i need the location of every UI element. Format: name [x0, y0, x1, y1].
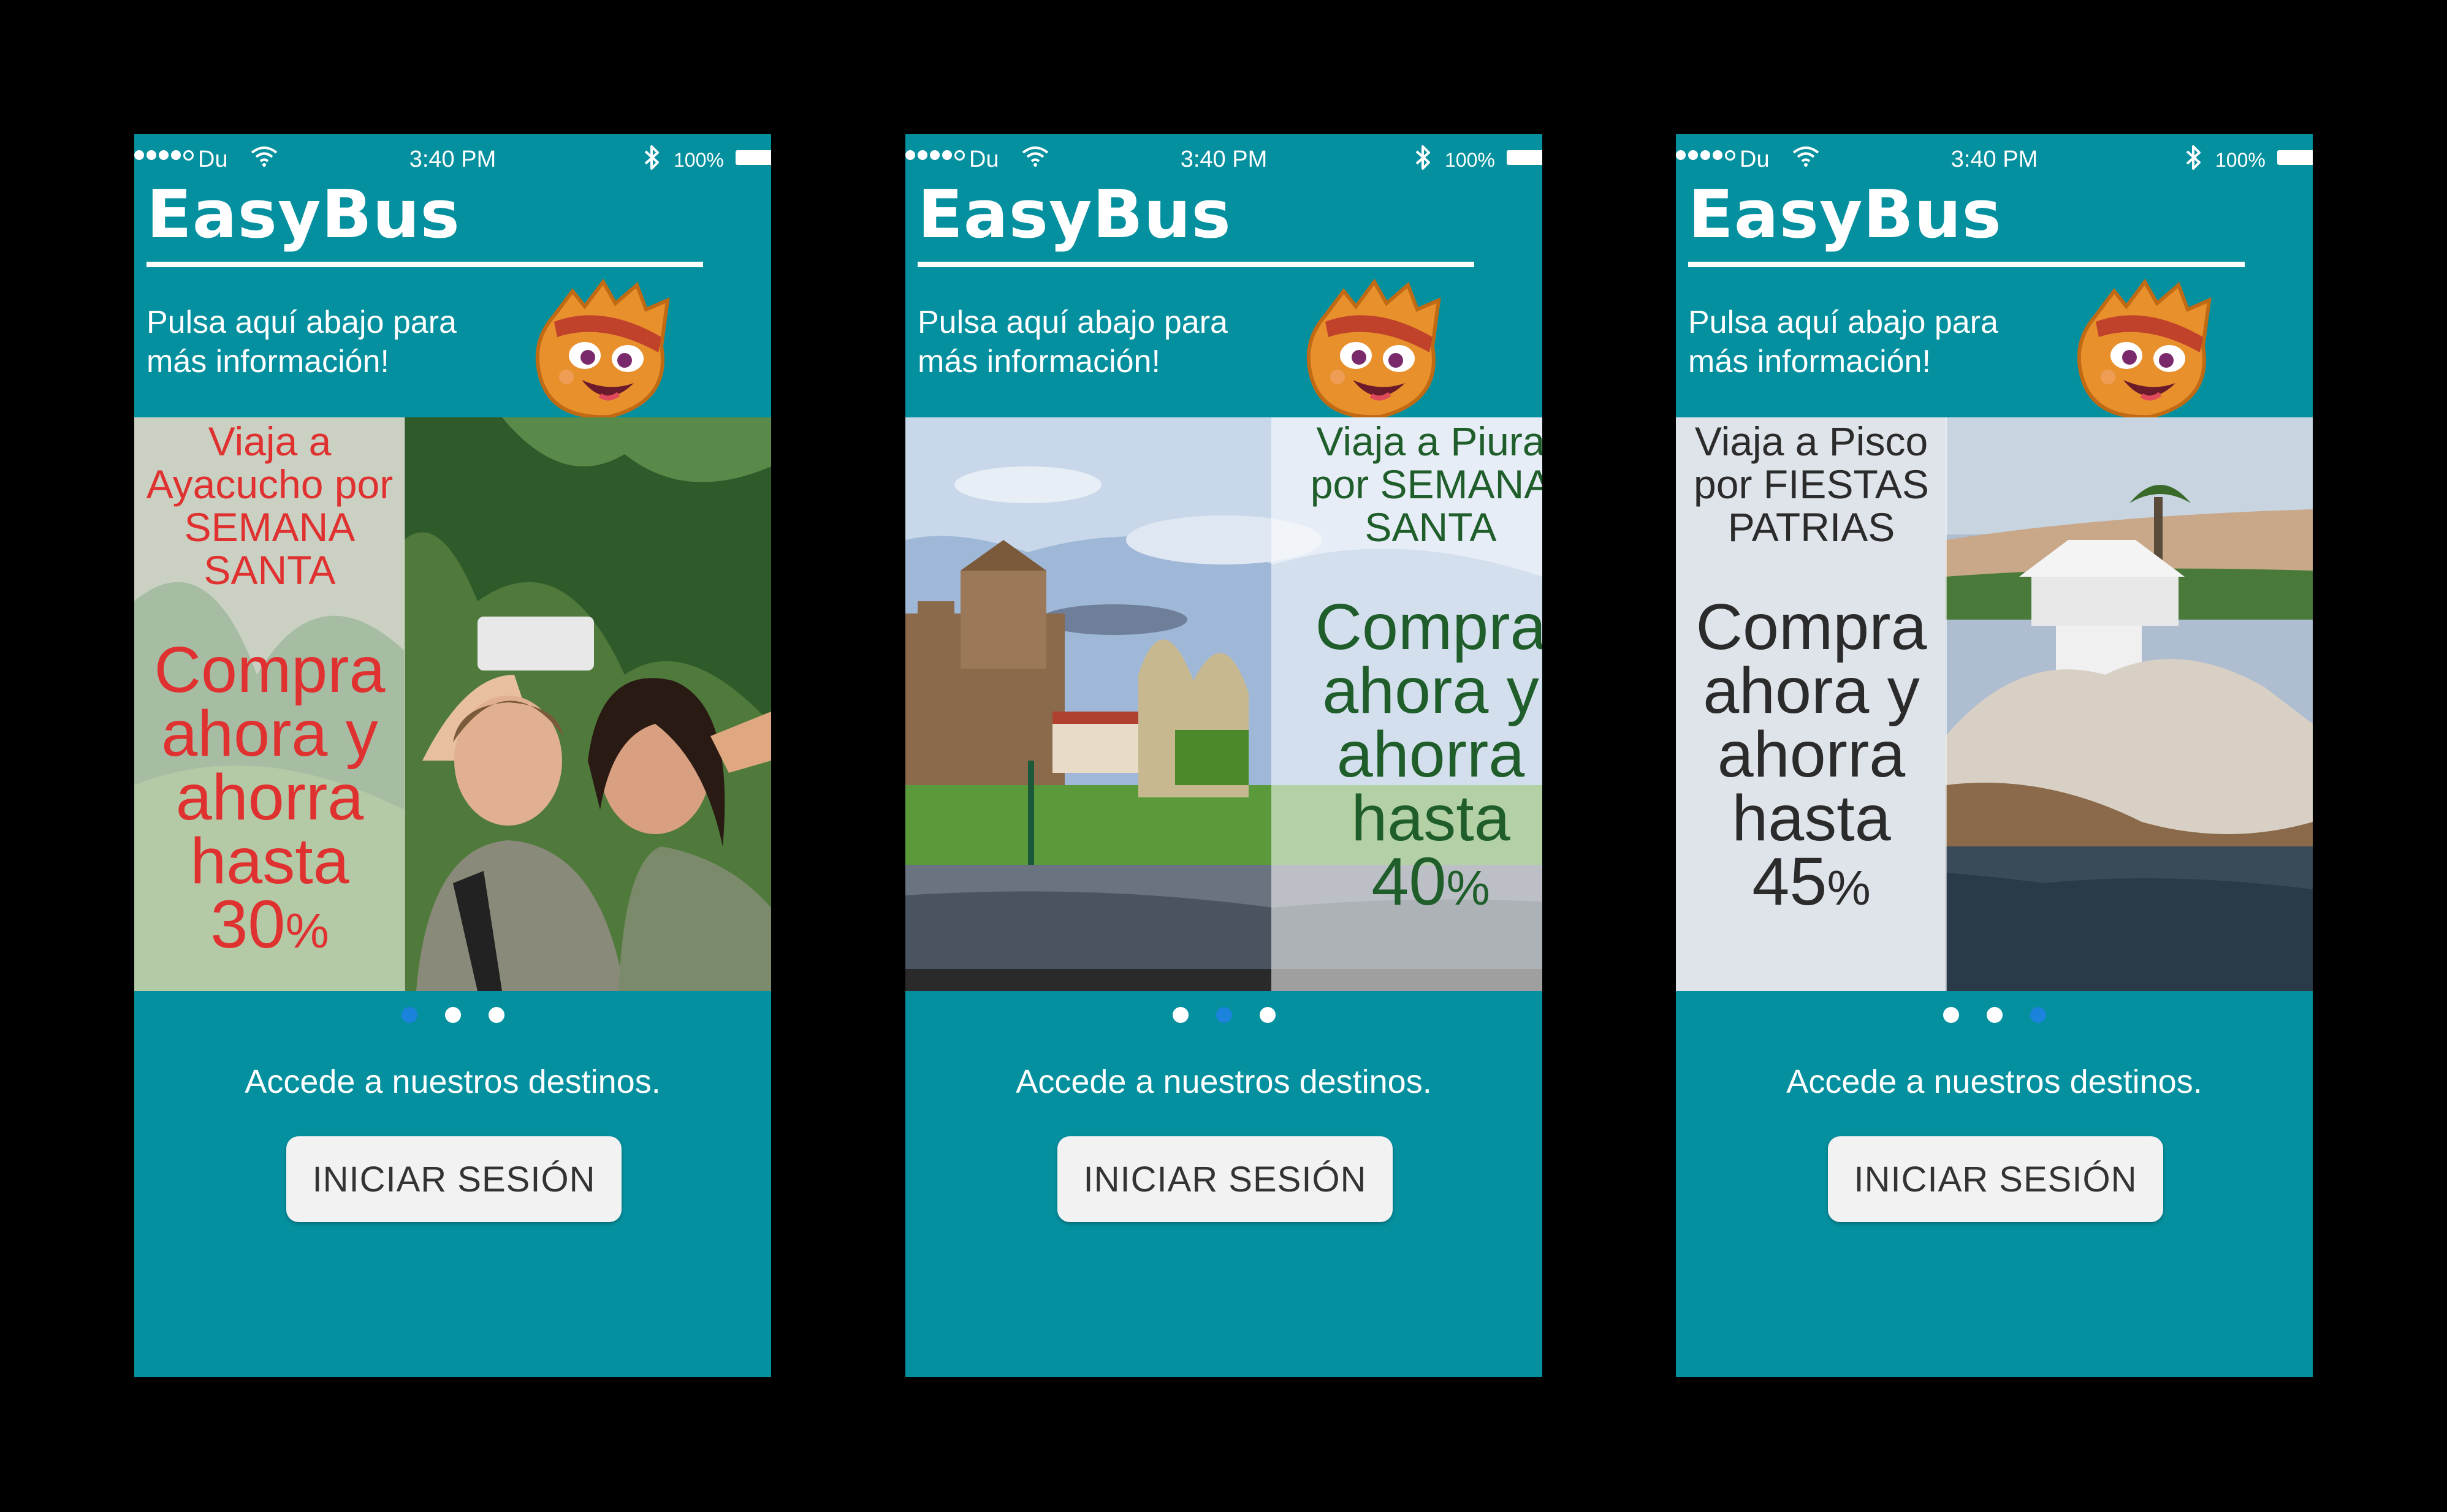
discount-sign: %: [285, 903, 329, 958]
mockup-canvas: Du 3:40 PM 100% EasyBus Pulsa aquí abajo…: [0, 0, 2447, 1512]
pager-dot-2[interactable]: [1986, 1007, 2003, 1023]
banner-offer-line: Compra: [1695, 591, 1927, 663]
carousel-pager: [1676, 1007, 2313, 1023]
banner-offer-line: ahorra: [1717, 718, 1906, 791]
banner-offer-line: hasta: [1732, 782, 1891, 854]
title-divider: [1688, 262, 2245, 267]
destinations-caption: Accede a nuestros destinos.: [1016, 1063, 1432, 1100]
pager-dot-1[interactable]: [401, 1007, 417, 1023]
destinations-caption: Accede a nuestros destinos.: [1786, 1063, 2202, 1100]
login-button[interactable]: INICIAR SESIÓN: [1828, 1136, 2163, 1222]
app-title: EasyBus: [147, 177, 460, 253]
banner-headline-line: Ayacucho por: [146, 462, 394, 507]
banner-headline-line: SANTA: [1364, 504, 1497, 550]
banner-headline-line: por FIESTAS: [1694, 462, 1929, 507]
banner-text-panel: Viaja a Piura por SEMANA SANTA Compra ah…: [1271, 417, 1542, 991]
carousel-pager: [134, 1007, 771, 1023]
banner-offer-line: ahora y: [1322, 655, 1539, 727]
banner-headline-line: por SEMANA: [1310, 462, 1542, 507]
more-info-line-1: Pulsa aquí abajo para: [147, 305, 457, 340]
phone-screen-1: Du 3:40 PM 100% EasyBus Pulsa aquí abajo…: [134, 134, 771, 1377]
banner-headline-line: SEMANA: [184, 504, 356, 550]
mascot-face-icon[interactable]: [1301, 279, 1451, 423]
pager-dot-2[interactable]: [444, 1007, 461, 1023]
pager-dot-2[interactable]: [1216, 1007, 1232, 1023]
destinations-caption: Accede a nuestros destinos.: [245, 1063, 661, 1100]
banner-offer-line: hasta: [190, 825, 349, 897]
pager-dot-1[interactable]: [1943, 1007, 1959, 1023]
status-bar: Du 3:40 PM 100%: [905, 134, 1542, 183]
more-info-line-2: más información!: [1688, 344, 1931, 379]
title-divider: [147, 262, 703, 267]
more-info-prompt: Pulsa aquí abajo para más información!: [1688, 303, 2068, 381]
banner-discount: 30%: [134, 891, 405, 963]
banner-headline: Viaja a Piura por SEMANA SANTA: [1271, 420, 1542, 549]
more-info-line-1: Pulsa aquí abajo para: [1688, 305, 1998, 340]
banner-offer-line: hasta: [1351, 782, 1510, 854]
battery-percent: 100%: [1445, 149, 1495, 171]
banner-headline-line: Viaja a Piura: [1316, 419, 1542, 464]
battery-icon: [1507, 150, 1542, 165]
banner-discount: 40%: [1271, 848, 1542, 920]
banner-text-panel: Viaja a Ayacucho por SEMANA SANTA Compra…: [134, 417, 405, 991]
login-button[interactable]: INICIAR SESIÓN: [1057, 1136, 1393, 1222]
banner-offer: Compra ahora y ahorra hasta 40%: [1271, 595, 1542, 920]
pager-dot-3[interactable]: [2030, 1007, 2046, 1023]
promo-banner[interactable]: Viaja a Ayacucho por SEMANA SANTA Compra…: [134, 417, 771, 991]
banner-offer-line: ahora y: [161, 697, 378, 770]
mascot-face-icon[interactable]: [530, 279, 680, 423]
banner-offer-line: ahora y: [1703, 655, 1920, 727]
banner-offer-line: ahorra: [1336, 718, 1525, 791]
discount-value: 45: [1752, 844, 1827, 919]
banner-offer-line: Compra: [154, 634, 386, 706]
discount-sign: %: [1446, 860, 1490, 915]
banner-offer: Compra ahora y ahorra hasta 30%: [134, 634, 405, 963]
more-info-line-1: Pulsa aquí abajo para: [918, 305, 1228, 340]
battery-percent: 100%: [674, 149, 724, 171]
pager-dot-3[interactable]: [488, 1007, 504, 1023]
banner-headline-line: Viaja a: [208, 419, 332, 464]
status-bar: Du 3:40 PM 100%: [1676, 134, 2313, 183]
mascot-face-icon[interactable]: [2071, 279, 2221, 423]
discount-sign: %: [1827, 860, 1871, 915]
bluetooth-icon: [1415, 145, 1430, 170]
battery-icon: [2277, 150, 2313, 165]
app-title: EasyBus: [1688, 177, 2002, 253]
banner-headline-line: Viaja a Pisco: [1694, 419, 1928, 464]
login-button[interactable]: INICIAR SESIÓN: [286, 1136, 622, 1222]
bluetooth-icon: [644, 145, 659, 170]
app-title: EasyBus: [918, 177, 1231, 253]
banner-discount: 45%: [1676, 848, 1947, 920]
carousel-pager: [905, 1007, 1542, 1023]
status-bar: Du 3:40 PM 100%: [134, 134, 771, 183]
banner-offer: Compra ahora y ahorra hasta 45%: [1676, 595, 1947, 920]
pager-dot-3[interactable]: [1259, 1007, 1276, 1023]
battery-icon: [736, 150, 771, 165]
banner-text-panel: Viaja a Pisco por FIESTAS PATRIAS Compra…: [1676, 417, 1947, 991]
bluetooth-icon: [2186, 145, 2201, 170]
more-info-prompt: Pulsa aquí abajo para más información!: [147, 303, 527, 381]
banner-offer-line: Compra: [1315, 591, 1542, 663]
more-info-prompt: Pulsa aquí abajo para más información!: [918, 303, 1298, 381]
battery-percent: 100%: [2215, 149, 2266, 171]
more-info-line-2: más información!: [147, 344, 389, 379]
promo-banner[interactable]: Viaja a Pisco por FIESTAS PATRIAS Compra…: [1676, 417, 2313, 991]
banner-headline: Viaja a Pisco por FIESTAS PATRIAS: [1676, 420, 1947, 549]
promo-banner[interactable]: Viaja a Piura por SEMANA SANTA Compra ah…: [905, 417, 1542, 991]
banner-headline: Viaja a Ayacucho por SEMANA SANTA: [134, 420, 405, 591]
more-info-line-2: más información!: [918, 344, 1160, 379]
pager-dot-1[interactable]: [1172, 1007, 1189, 1023]
discount-value: 30: [210, 887, 286, 962]
banner-offer-line: ahorra: [175, 761, 364, 834]
title-divider: [918, 262, 1474, 267]
banner-headline-line: SANTA: [204, 547, 336, 593]
banner-headline-line: PATRIAS: [1727, 504, 1895, 550]
phone-screen-3: Du 3:40 PM 100% EasyBus Pulsa aquí abajo…: [1676, 134, 2313, 1377]
phone-screen-2: Du 3:40 PM 100% EasyBus Pulsa aquí abajo…: [905, 134, 1542, 1377]
discount-value: 40: [1371, 844, 1447, 919]
